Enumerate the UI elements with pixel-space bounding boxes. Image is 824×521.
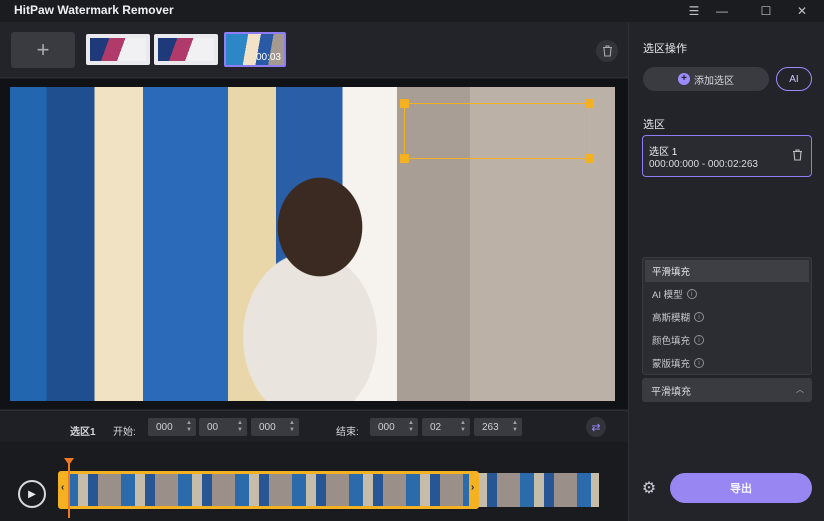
stepper-arrows-icon[interactable]: ▲ ▼ (512, 420, 518, 434)
thumbnail-duration: 00:03 (255, 52, 281, 63)
trash-icon (602, 45, 612, 57)
range-right-handle-icon[interactable]: › (471, 482, 474, 493)
close-icon[interactable]: ✕ (788, 0, 816, 22)
fill-mode-list: 平滑填充 AI 模型 i 高斯模糊 i 颜色填充 i 蒙版填充 i (642, 257, 812, 375)
add-selection-label: 添加选区 (694, 75, 734, 87)
video-preview-area (0, 79, 628, 409)
thumbnail-image (90, 38, 146, 61)
play-icon: ▶ (28, 488, 36, 500)
fill-option-mask[interactable]: 蒙版填充 i (645, 352, 809, 374)
info-icon[interactable]: i (686, 289, 697, 299)
end-second-stepper[interactable]: 02 ▲ ▼ (422, 418, 470, 436)
watermark-selection-box[interactable] (400, 99, 594, 163)
fill-option-color[interactable]: 颜色填充 i (645, 329, 809, 351)
play-button[interactable]: ▶ (18, 480, 46, 508)
end-ms-stepper[interactable]: 263 ▲ ▼ (474, 418, 522, 436)
end-label: 结束: (336, 427, 359, 438)
right-panel: 选区操作 + 添加选区 AI 选区 选区 1 000:00:000 - 000:… (628, 22, 824, 521)
fill-option-smooth[interactable]: 平滑填充 (645, 260, 809, 282)
time-controls: 选区1 开始: 000 ▲ ▼ 00 ▲ ▼ 000 ▲ ▼ 结束: 000 ▲ ▼ 02 ▲ ▼ … (0, 410, 628, 442)
swap-icon[interactable]: ⇄ (586, 417, 606, 437)
video-frame (10, 87, 615, 401)
info-icon[interactable]: i (694, 312, 705, 322)
video-thumbnail-active[interactable]: 00:03 (224, 32, 286, 67)
export-button[interactable]: 导出 (670, 473, 812, 503)
timeline: ▶ ‹ › (0, 442, 628, 521)
ai-button[interactable]: AI (776, 67, 812, 91)
selection-label: 选区1 (70, 427, 96, 438)
selection-title: 选区 (643, 119, 665, 131)
thumbnail-strip: + 00:03 (0, 22, 628, 78)
fill-mode-select[interactable]: 平滑填充 ︿ (642, 378, 812, 402)
selection-ops-title: 选区操作 (643, 43, 687, 55)
video-thumbnail[interactable] (86, 34, 150, 65)
add-selection-button[interactable]: + 添加选区 (643, 67, 769, 91)
range-left-handle-icon[interactable]: ‹ (61, 482, 64, 493)
start-hour-stepper[interactable]: 000 ▲ ▼ (148, 418, 196, 436)
chevron-up-icon: ︿ (796, 385, 804, 394)
maximize-icon[interactable]: ☐ (752, 0, 780, 22)
fill-option-gaussian[interactable]: 高斯模糊 i (645, 306, 809, 328)
video-thumbnail[interactable] (154, 34, 218, 65)
end-hour-stepper[interactable]: 000 ▲ ▼ (370, 418, 418, 436)
start-ms-stepper[interactable]: 000 ▲ ▼ (251, 418, 299, 436)
playhead-marker-icon[interactable] (64, 458, 74, 465)
menu-icon[interactable]: ☰ (680, 0, 708, 22)
trash-icon (793, 149, 802, 161)
selection-card[interactable]: 选区 1 000:00:000 - 000:02:263 (642, 135, 812, 177)
plus-icon: + (678, 73, 690, 85)
selection-name: 选区 1 (649, 147, 678, 158)
delete-selection-button[interactable] (792, 149, 803, 164)
stepper-arrows-icon[interactable]: ▲ ▼ (289, 420, 295, 434)
info-icon[interactable]: i (694, 358, 705, 368)
stepper-arrows-icon[interactable]: ▲ ▼ (460, 420, 466, 434)
playhead[interactable] (68, 458, 70, 518)
stepper-arrows-icon[interactable]: ▲ ▼ (408, 420, 414, 434)
start-second-stepper[interactable]: 00 ▲ ▼ (199, 418, 247, 436)
app-title: HitPaw Watermark Remover (14, 3, 174, 17)
thumbnail-image (158, 38, 214, 61)
title-bar: HitPaw Watermark Remover ☰ — ☐ ✕ (0, 0, 824, 22)
resize-handle[interactable] (585, 154, 594, 163)
fill-mode-value: 平滑填充 (651, 386, 691, 398)
minimize-icon[interactable]: — (708, 0, 736, 22)
stepper-arrows-icon[interactable]: ▲ ▼ (237, 420, 243, 434)
resize-handle[interactable] (585, 99, 594, 108)
resize-handle[interactable] (400, 99, 409, 108)
gear-icon[interactable]: ⚙ (639, 478, 659, 498)
add-video-button[interactable]: + (11, 32, 75, 68)
info-icon[interactable]: i (694, 335, 705, 345)
selection-time-range: 000:00:000 - 000:02:263 (649, 159, 758, 170)
resize-handle[interactable] (400, 154, 409, 163)
stepper-arrows-icon[interactable]: ▲ ▼ (186, 420, 192, 434)
delete-video-button[interactable] (596, 40, 618, 62)
selection-range[interactable] (58, 471, 479, 509)
start-label: 开始: (113, 427, 136, 438)
fill-option-ai[interactable]: AI 模型 i (645, 283, 809, 305)
